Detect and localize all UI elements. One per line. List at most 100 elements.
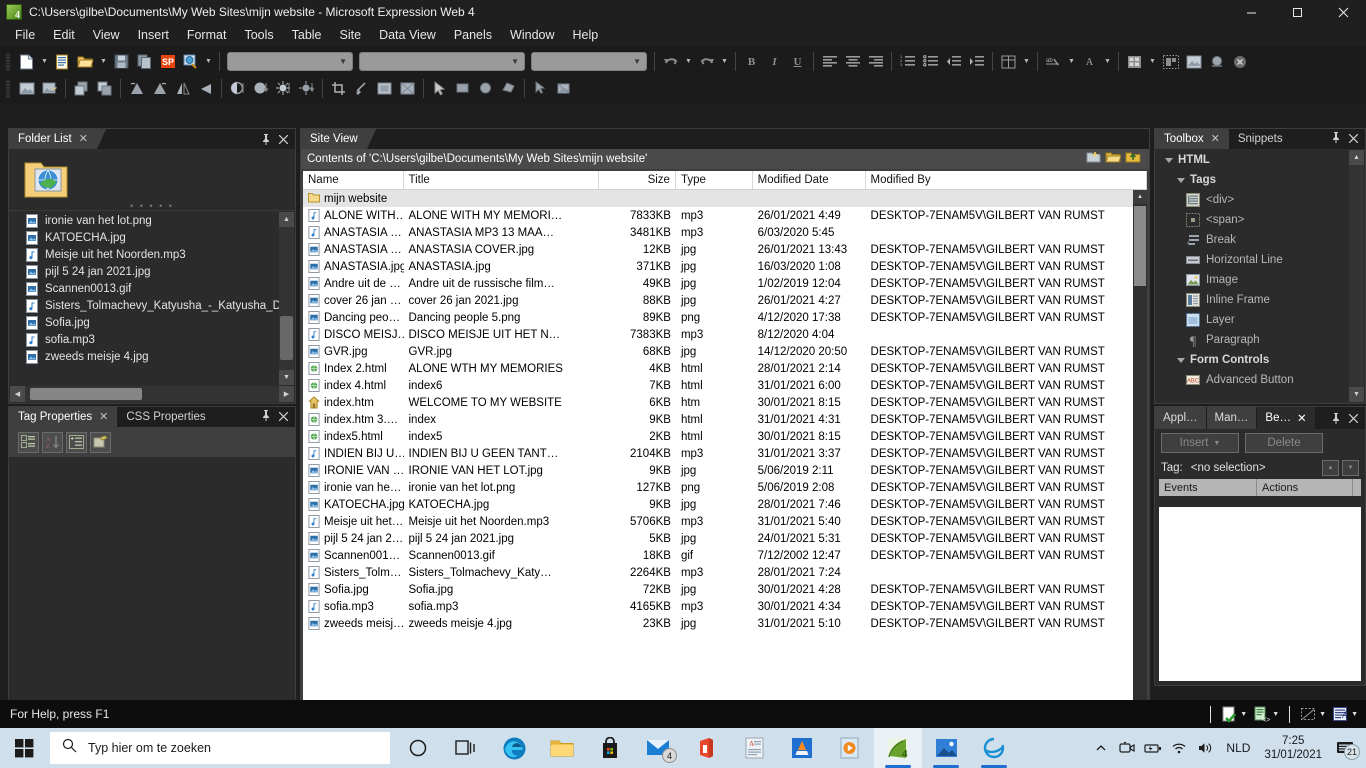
menu-item-data-view[interactable]: Data View [370, 25, 445, 45]
insert-button[interactable]: Insert ▼ [1161, 433, 1239, 453]
scroll-left-arrow[interactable]: ◀ [10, 386, 25, 402]
menu-item-view[interactable]: View [84, 25, 129, 45]
table-row[interactable]: sofia.mp3 sofia.mp3 4165KB mp3 30/01/2021 4:… [303, 598, 1147, 615]
italic-button[interactable]: I [763, 51, 786, 73]
toolbox-item-advanced-button[interactable]: ABC Advanced Button [1156, 370, 1350, 390]
table-row[interactable]: Meisje uit het… Meisje uit het Noorden.mp… [303, 513, 1147, 530]
numbered-list-icon[interactable]: 123 [896, 51, 919, 73]
menu-item-tools[interactable]: Tools [235, 25, 282, 45]
size-combo[interactable]: ▼ [531, 52, 647, 71]
toolbox-item-form-controls[interactable]: Form Controls [1156, 350, 1350, 370]
more-contrast-icon[interactable] [226, 78, 249, 100]
table-row[interactable]: KATOECHA.jpg KATOECHA.jpg 9KB jpg 28/01/2021… [303, 496, 1147, 513]
show-hidden-icons-icon[interactable] [1088, 728, 1114, 768]
select-icon[interactable] [428, 78, 451, 100]
insert-table-icon[interactable] [997, 51, 1020, 73]
scroll-thumb[interactable] [280, 315, 293, 360]
menu-item-file[interactable]: File [6, 25, 44, 45]
hscroll-track[interactable] [25, 386, 279, 402]
tab-snippets[interactable]: Snippets [1228, 129, 1292, 149]
alphabetical-sort-button[interactable]: AZ [42, 431, 63, 453]
close-icon[interactable]: ✕ [79, 133, 88, 145]
folder-list-item[interactable]: KATOECHA.jpg [10, 229, 294, 246]
tab-css-properties[interactable]: CSS Properties [117, 407, 215, 427]
panel-close-icon[interactable] [279, 134, 288, 144]
table-row[interactable]: cover 26 jan … cover 26 jan 2021.jpg 88KB j… [303, 292, 1147, 309]
grid-vertical-scrollbar[interactable]: ▲ ▼ [1133, 190, 1147, 768]
menu-item-site[interactable]: Site [331, 25, 371, 45]
minimize-button[interactable] [1228, 0, 1274, 24]
undo-icon[interactable] [659, 51, 682, 73]
panel-close-icon[interactable] [278, 408, 289, 426]
menu-item-insert[interactable]: Insert [129, 25, 178, 45]
move-down-button[interactable]: ▼ [1342, 460, 1359, 476]
table-dropdown-icon[interactable]: ▼ [1020, 51, 1033, 73]
site-files-grid[interactable]: Name Title Size Type Modified Date Modified B… [303, 171, 1147, 768]
sharepoint-icon[interactable]: SP [156, 51, 179, 73]
pin-icon[interactable] [261, 133, 271, 145]
toolbox-item-span[interactable]: <span> [1156, 210, 1350, 230]
redo-dropdown-icon[interactable]: ▼ [718, 51, 731, 73]
style-combo[interactable]: ▼ [227, 52, 353, 71]
column-header-type[interactable]: Type [676, 171, 753, 189]
resample-icon[interactable] [396, 78, 419, 100]
toolbox-item-inline-frame[interactable]: Inline Frame [1156, 290, 1350, 310]
table-row[interactable]: GVR.jpg GVR.jpg 68KB jpg 14/12/2020 20:50 DES… [303, 343, 1147, 360]
table-row[interactable]: Sofia.jpg Sofia.jpg 72KB jpg 30/01/2021 4:28… [303, 581, 1147, 598]
align-left-icon[interactable] [818, 51, 841, 73]
bold-button[interactable]: B [740, 51, 763, 73]
panel-close-icon[interactable] [1349, 413, 1358, 423]
windows-start-icon[interactable] [0, 728, 48, 768]
folder-list-horizontal-scrollbar[interactable]: ◀ ▶ [10, 386, 294, 402]
rotate-left-icon[interactable] [125, 78, 148, 100]
folder-list-item[interactable]: zweeds meisje 4.jpg [10, 348, 294, 365]
insert-picture-toolbar-icon[interactable] [1182, 51, 1205, 73]
scroll-track[interactable] [279, 227, 294, 370]
spelling-icon[interactable]: ab [1042, 51, 1065, 73]
grid-scroll-up-arrow[interactable]: ▲ [1133, 190, 1147, 204]
scroll-down-arrow[interactable]: ▼ [1349, 387, 1364, 402]
file-explorer-icon[interactable] [538, 728, 586, 768]
circular-hotspot-icon[interactable] [474, 78, 497, 100]
toolbox-item-layer[interactable]: Layer [1156, 310, 1350, 330]
table-row[interactable]: ANASTASIA … ANASTASIA COVER.jpg 12KB jpg 26/… [303, 241, 1147, 258]
pin-icon[interactable] [1331, 412, 1341, 424]
panel-close-icon[interactable] [1348, 130, 1359, 148]
crop-icon[interactable] [327, 78, 350, 100]
less-contrast-icon[interactable] [249, 78, 272, 100]
save-icon[interactable] [110, 51, 133, 73]
new-page-icon[interactable] [15, 51, 38, 73]
grid-scroll-thumb[interactable] [1134, 206, 1146, 286]
move-up-button[interactable]: ▲ [1322, 460, 1339, 476]
font-combo[interactable]: ▼ [359, 52, 525, 71]
scroll-up-arrow[interactable]: ▲ [279, 212, 294, 227]
toolbox-vertical-scrollbar[interactable]: ▲ ▼ [1349, 150, 1364, 402]
table-row[interactable]: Andre uit de … Andre uit de russische fil… [303, 275, 1147, 292]
behaviors-column-events[interactable]: Events [1159, 479, 1257, 496]
folder-list-item[interactable]: Scannen0013.gif [10, 280, 294, 297]
vlc-media-player-icon[interactable] [778, 728, 826, 768]
bulleted-list-icon[interactable] [919, 51, 942, 73]
hyperlink-icon[interactable] [1205, 51, 1228, 73]
tab-toolbox[interactable]: Toolbox ✕ [1155, 129, 1238, 149]
page-validation-icon[interactable]: ▼ [1219, 706, 1249, 723]
table-row[interactable]: ALONE WITH… ALONE WITH MY MEMORI… 7833KB mp… [303, 207, 1147, 224]
table-row[interactable]: index 4.html index6 7KB html 31/01/2021 6:00… [303, 377, 1147, 394]
maximize-button[interactable] [1274, 0, 1320, 24]
close-button[interactable] [1320, 0, 1366, 24]
folder-list-item[interactable]: pijl 5 24 jan 2021.jpg [10, 263, 294, 280]
toolbox-item-paragraph[interactable]: ¶ Paragraph [1156, 330, 1350, 350]
cortana-icon[interactable] [394, 728, 442, 768]
table-row[interactable]: index.htm 3.… index 9KB html 31/01/2021 4:31… [303, 411, 1147, 428]
behaviors-grid-body[interactable] [1159, 507, 1361, 681]
close-icon[interactable]: ✕ [1211, 133, 1220, 145]
table-row[interactable]: Dancing peo… Dancing people 5.png 89KB png 4… [303, 309, 1147, 326]
polygonal-hotspot-icon[interactable] [497, 78, 520, 100]
open-dropdown-icon[interactable]: ▼ [97, 51, 110, 73]
restore-icon[interactable] [552, 78, 575, 100]
table-row-folder[interactable]: mijn website [303, 190, 1147, 207]
align-right-icon[interactable] [864, 51, 887, 73]
remove-hyperlink-icon[interactable] [1228, 51, 1251, 73]
font-color-dropdown-icon[interactable]: ▼ [1101, 51, 1114, 73]
column-header-modified_date[interactable]: Modified Date [753, 171, 866, 189]
